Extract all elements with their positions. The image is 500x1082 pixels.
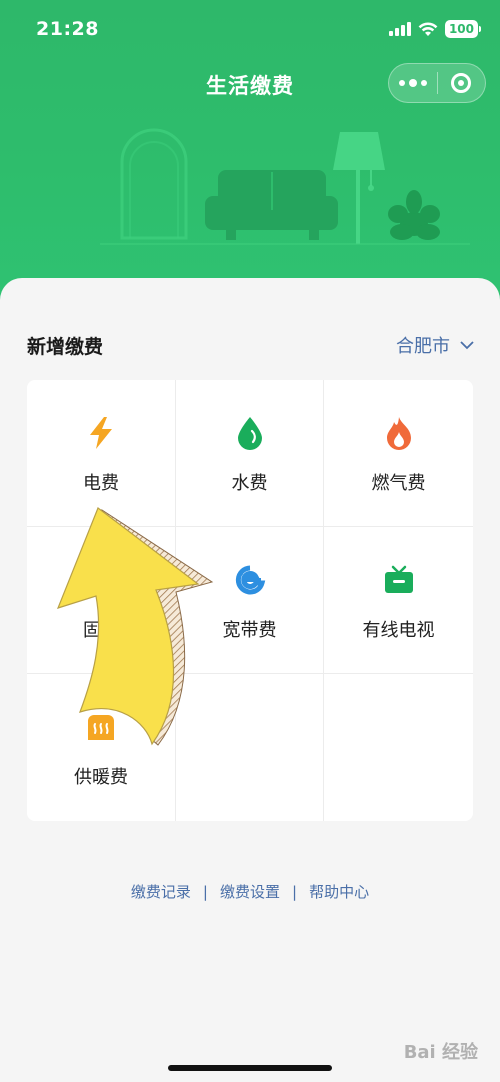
content-card: 新增缴费 合肥市 电费 水费 燃气费 固话 宽带费 有线电视 供暖费 缴费记录 …	[0, 278, 500, 1082]
footer-links: 缴费记录 | 缴费设置 | 帮助中心	[0, 881, 500, 902]
more-button[interactable]	[389, 64, 437, 102]
link-separator: |	[292, 882, 298, 901]
help-center-link[interactable]: 帮助中心	[309, 881, 369, 902]
water-drop-icon	[233, 416, 267, 450]
tv-icon	[382, 563, 416, 597]
payment-item-water[interactable]: 水费	[176, 380, 324, 527]
payment-item-gas[interactable]: 燃气费	[324, 380, 473, 527]
watermark: Bai 经验	[403, 1042, 478, 1063]
mini-program-capsule	[388, 63, 486, 103]
payment-item-label: 燃气费	[371, 473, 426, 494]
battery-indicator: 100	[444, 20, 482, 38]
chevron-down-icon	[460, 340, 474, 349]
payment-records-link[interactable]: 缴费记录	[131, 881, 191, 902]
phone-icon	[84, 563, 118, 597]
payment-item-label: 固话	[83, 620, 119, 641]
section-title: 新增缴费	[27, 336, 104, 358]
payment-item-label: 水费	[231, 473, 268, 494]
lightning-icon	[84, 416, 118, 450]
status-icons: 100	[388, 20, 482, 38]
payment-item-label: 供暖费	[74, 767, 128, 788]
payment-grid: 电费 水费 燃气费 固话 宽带费 有线电视 供暖费	[27, 380, 473, 821]
payment-item-landline[interactable]: 固话	[27, 527, 176, 674]
home-illustration	[100, 128, 470, 245]
flame-icon	[382, 416, 416, 450]
payment-item-electricity[interactable]: 电费	[27, 380, 176, 527]
payment-settings-link[interactable]: 缴费设置	[220, 881, 280, 902]
payment-item-broadband[interactable]: 宽带费	[176, 527, 324, 674]
city-selector[interactable]: 合肥市	[396, 332, 474, 358]
empty-cell	[324, 674, 473, 821]
empty-cell	[176, 674, 324, 821]
close-target-icon	[451, 73, 472, 93]
wifi-icon	[418, 21, 438, 36]
more-dots-icon	[398, 80, 405, 86]
payment-item-cable-tv[interactable]: 有线电视	[324, 527, 473, 674]
payment-item-label: 宽带费	[222, 620, 277, 641]
header: 21:28 100 生活缴费	[0, 0, 500, 300]
home-indicator	[168, 1065, 332, 1071]
screen: 21:28 100 生活缴费 新增缴费 合肥市 电费 水费 燃气费 固话 宽带费…	[0, 0, 500, 1082]
payment-item-label: 有线电视	[362, 620, 435, 641]
payment-item-heating[interactable]: 供暖费	[27, 674, 176, 821]
heating-icon	[84, 710, 118, 744]
city-label: 合肥市	[396, 336, 450, 357]
close-button[interactable]	[438, 64, 486, 102]
status-bar: 21:28 100	[0, 0, 500, 60]
link-separator: |	[202, 882, 208, 901]
status-time: 21:28	[36, 18, 99, 40]
broadband-e-icon	[233, 563, 267, 597]
payment-item-label: 电费	[83, 473, 119, 494]
cellular-signal-icon	[388, 22, 411, 36]
